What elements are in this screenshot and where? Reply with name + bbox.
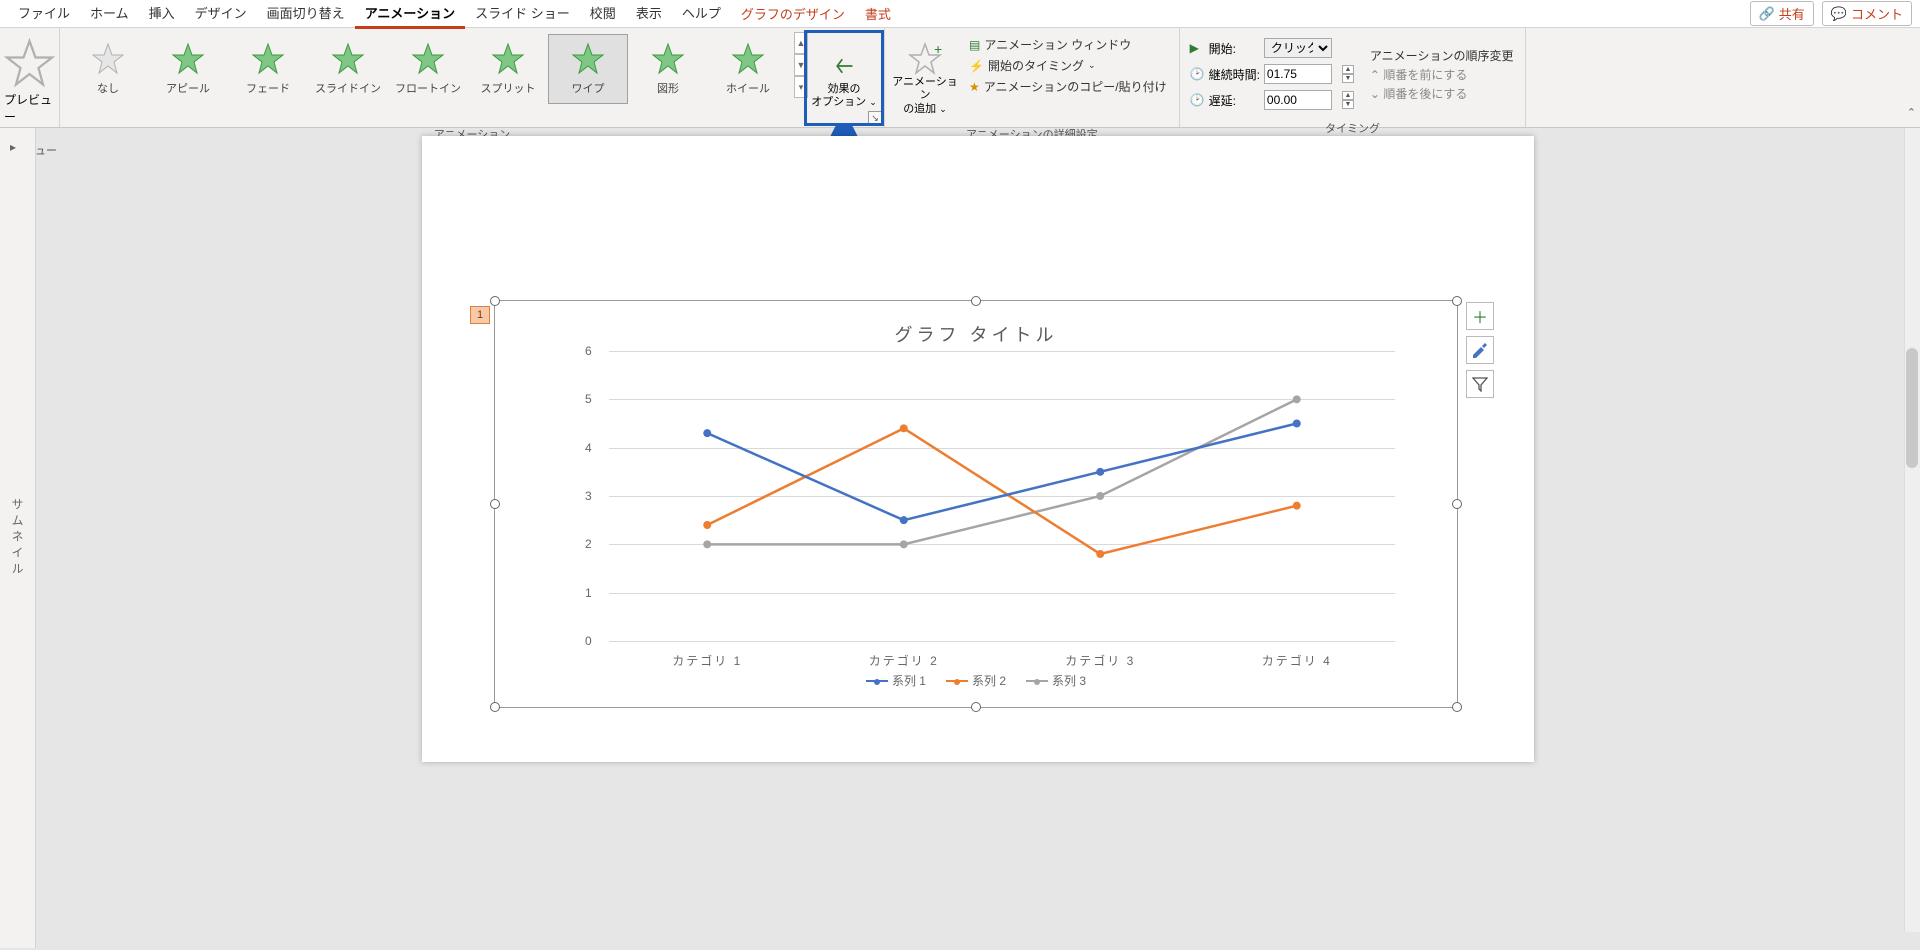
context-tab-書式[interactable]: 書式 [855,0,901,27]
delay-label: 遅延: [1209,92,1260,109]
resize-handle[interactable] [490,499,500,509]
menu-bar: ファイルホーム挿入デザイン画面切り替えアニメーションスライド ショー校閲表示ヘル… [0,0,1920,28]
resize-handle[interactable] [490,702,500,712]
animation-effect-ホイール[interactable]: ホイール [708,34,788,104]
chart-floating-buttons: ＋ [1466,302,1494,398]
context-tab-グラフのデザイン[interactable]: グラフのデザイン [731,0,855,27]
tab-ファイル[interactable]: ファイル [8,0,80,29]
resize-handle[interactable] [490,296,500,306]
move-later-button[interactable]: ⌄ 順番を後にする [1370,85,1514,102]
animation-effect-スライドイン[interactable]: スライドイン [308,34,388,104]
tab-挿入[interactable]: 挿入 [139,0,185,29]
legend-item: 系列 3 [1026,672,1086,689]
resize-handle[interactable] [1452,702,1462,712]
group-preview: プレビュー ⌄ プレビュー [0,28,60,127]
animation-pane-button[interactable]: ▤アニメーション ウィンドウ [969,36,1167,53]
thumbnail-label: サムネイル [9,498,26,578]
tab-表示[interactable]: 表示 [626,0,672,29]
clock-icon: 🕑 [1190,67,1205,81]
preview-button[interactable]: プレビュー ⌄ [4,32,55,138]
reorder-header: アニメーションの順序変更 [1370,47,1514,64]
resize-handle[interactable] [971,296,981,306]
tab-ホーム[interactable]: ホーム [80,0,139,29]
tab-画面切り替え[interactable]: 画面切り替え [257,0,355,29]
group-animation: なしアピールフェードスライドインフロートインスプリットワイプ図形ホイール ▲ ▼… [60,28,885,127]
delay-spinner[interactable]: ▲▼ [1342,91,1356,109]
chart-elements-button[interactable]: ＋ [1466,302,1494,330]
share-button[interactable]: 🔗共有 [1750,1,1814,26]
thumbnail-expand-button[interactable]: ▸ [10,140,16,154]
scrollbar-thumb[interactable] [1906,348,1918,468]
tab-スライド ショー[interactable]: スライド ショー [465,0,580,29]
animation-effect-アピール[interactable]: アピール [148,34,228,104]
slide-editor[interactable]: 1 グラフ タイトル 0123456カテゴリ 1カテゴリ 2カテゴリ 3カテゴリ… [36,128,1920,948]
gallery-scroll[interactable]: ▲ ▼ ▾ [794,32,808,98]
chart-legend: 系列 1 系列 2 系列 3 [495,672,1457,689]
tab-デザイン[interactable]: デザイン [185,0,257,29]
gallery-more-button[interactable]: ▾ [794,76,808,98]
legend-item: 系列 1 [866,672,926,689]
animation-effect-フェード[interactable]: フェード [228,34,308,104]
animation-effect-フロートイン[interactable]: フロートイン [388,34,468,104]
svg-text:+: + [934,42,942,57]
duration-input[interactable] [1264,64,1332,84]
animation-gallery[interactable]: なしアピールフェードスライドインフロートインスプリットワイプ図形ホイール [64,32,792,104]
gallery-down-button[interactable]: ▼ [794,54,808,76]
chart-styles-button[interactable] [1466,336,1494,364]
animation-effect-スプリット[interactable]: スプリット [468,34,548,104]
slide[interactable]: 1 グラフ タイトル 0123456カテゴリ 1カテゴリ 2カテゴリ 3カテゴリ… [422,136,1534,762]
group-advanced-animation: + アニメーションの追加 ⌄ ▤アニメーション ウィンドウ ⚡開始のタイミング … [885,28,1180,127]
delay-icon: 🕑 [1190,93,1205,107]
animation-painter-button[interactable]: ★アニメーションのコピー/貼り付け [969,78,1167,95]
animation-dialog-launcher[interactable]: ↘ [868,111,882,125]
add-animation-button[interactable]: + アニメーションの追加 ⌄ [889,32,961,122]
tab-校閲[interactable]: 校閲 [580,0,626,29]
move-earlier-button[interactable]: ⌃ 順番を前にする [1370,66,1514,83]
animation-effect-なし[interactable]: なし [68,34,148,104]
resize-handle[interactable] [1452,499,1462,509]
tab-アニメーション[interactable]: アニメーション [355,0,465,29]
play-icon: ▶ [1190,41,1205,55]
ribbon: プレビュー ⌄ プレビュー なしアピールフェードスライドインフロートインスプリッ… [0,28,1920,128]
duration-label: 継続時間: [1209,66,1260,83]
group-timing: ▶ 開始: クリック時 🕑 継続時間: ▲▼ 🕑 遅延: ▲▼ アニメーションの… [1180,28,1527,127]
gallery-up-button[interactable]: ▲ [794,32,808,54]
effect-options-button[interactable]: 効果のオプション ⌄ [808,32,880,122]
delay-input[interactable] [1264,90,1332,110]
start-label: 開始: [1209,40,1260,57]
duration-spinner[interactable]: ▲▼ [1342,65,1356,83]
resize-handle[interactable] [1452,296,1462,306]
thumbnail-panel[interactable]: ▸ サムネイル [0,128,36,948]
animation-effect-ワイプ[interactable]: ワイプ [548,34,628,104]
trigger-button[interactable]: ⚡開始のタイミング ⌄ [969,57,1167,74]
start-select[interactable]: クリック時 [1264,38,1332,58]
chart-title: グラフ タイトル [495,321,1457,347]
vertical-scrollbar[interactable] [1904,128,1920,932]
chart-selection[interactable]: グラフ タイトル 0123456カテゴリ 1カテゴリ 2カテゴリ 3カテゴリ 4… [494,300,1458,708]
resize-handle[interactable] [971,702,981,712]
tab-ヘルプ[interactable]: ヘルプ [672,0,731,29]
legend-item: 系列 2 [946,672,1006,689]
comment-button[interactable]: 💬コメント [1822,1,1912,26]
animation-tag[interactable]: 1 [470,306,490,324]
chart-filter-button[interactable] [1466,370,1494,398]
collapse-ribbon-button[interactable]: ⌃ [1907,106,1916,119]
animation-effect-図形[interactable]: 図形 [628,34,708,104]
chart-plot-area: 0123456カテゴリ 1カテゴリ 2カテゴリ 3カテゴリ 4 [575,351,1395,641]
